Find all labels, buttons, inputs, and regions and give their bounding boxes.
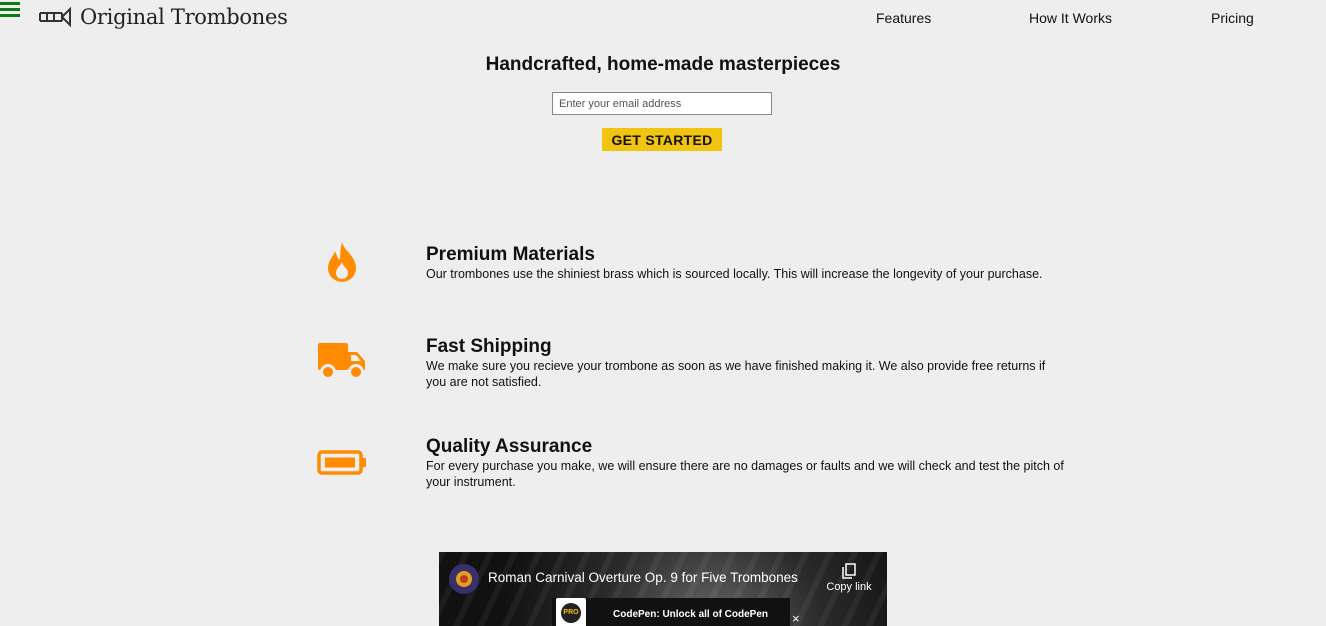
menu-bar (0, 8, 20, 11)
feature-description: We make sure you recieve your trombone a… (426, 359, 1046, 389)
battery-icon (317, 450, 367, 475)
logo-text: Original Trombones (80, 5, 288, 29)
codepen-banner[interactable]: PRO CodePen: Unlock all of CodePen × (552, 598, 800, 626)
hero-title: Handcrafted, home-made masterpieces (485, 54, 841, 75)
pro-badge-label: PRO (561, 603, 581, 623)
feature-description: For every purchase you make, we will ens… (426, 459, 1064, 489)
email-input[interactable] (552, 92, 772, 115)
copy-icon (842, 563, 856, 579)
menu-bar (0, 2, 20, 5)
truck-icon (317, 342, 367, 381)
channel-avatar-core (460, 575, 468, 583)
trombone-logo-icon (39, 6, 71, 28)
logo[interactable]: Original Trombones (37, 5, 288, 29)
get-started-button[interactable]: GET STARTED (602, 128, 722, 151)
feature-description: Our trombones use the shiniest brass whi… (426, 267, 1043, 281)
menu-icon[interactable] (0, 2, 20, 17)
nav-link-pricing[interactable]: Pricing (1211, 10, 1254, 26)
nav-link-features[interactable]: Features (876, 10, 931, 26)
channel-avatar-ring (456, 571, 472, 587)
feature-title: Fast Shipping (426, 336, 552, 357)
fire-icon (326, 241, 358, 283)
copy-link-label: Copy link (826, 581, 872, 593)
menu-bar (0, 14, 20, 17)
feature-title: Quality Assurance (426, 436, 593, 457)
nav-link-how-it-works[interactable]: How It Works (1029, 10, 1112, 26)
banner-text: CodePen: Unlock all of CodePen (613, 609, 769, 620)
pro-badge: PRO (556, 598, 586, 626)
copy-link-button[interactable]: Copy link (824, 563, 874, 593)
close-icon[interactable]: × (792, 611, 800, 626)
video-title[interactable]: Roman Carnival Overture Op. 9 for Five T… (488, 570, 798, 585)
video-embed[interactable]: Roman Carnival Overture Op. 9 for Five T… (439, 552, 887, 626)
channel-avatar[interactable] (449, 564, 479, 594)
feature-title: Premium Materials (426, 244, 595, 265)
